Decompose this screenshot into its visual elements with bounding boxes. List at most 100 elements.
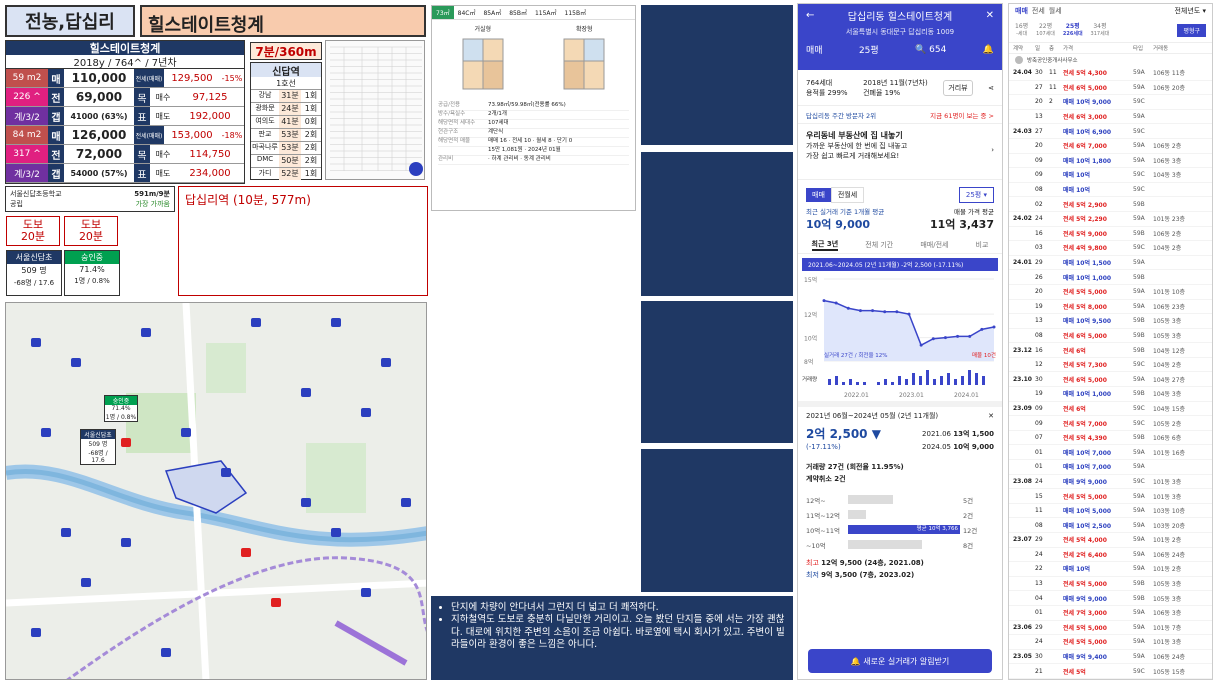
map-pin-icon[interactable] (401, 498, 411, 507)
map-pin-icon[interactable] (241, 548, 251, 557)
map-pin-icon[interactable] (271, 598, 281, 607)
trade-type-tab[interactable]: 매매 (1015, 6, 1028, 16)
table-row[interactable]: 19 전세 5억 8,000 59A 106동 23층 (1009, 300, 1212, 315)
floorplan-tab[interactable]: 85A㎡ (479, 6, 505, 19)
table-row[interactable]: 27 11 전세 6억 5,000 59A 106동 20층 (1009, 81, 1212, 96)
map-pin-icon[interactable] (361, 588, 371, 597)
table-row[interactable]: 16 전세 5억 9,000 59B 106동 2층 (1009, 227, 1212, 242)
tab-rent[interactable]: 전월세 (830, 187, 865, 203)
close-icon[interactable]: ✕ (986, 10, 994, 21)
price-chart[interactable]: 15억 12억 10억 8억 실거래 27건 / 회전율 12% 매물 10건 거래량 202… (802, 271, 998, 401)
floorplan-2[interactable]: 확장형 (549, 24, 619, 98)
trade-column-header[interactable]: 계약 (1013, 44, 1035, 52)
trade-size-tab[interactable]: 16평 -세대 (1015, 23, 1028, 36)
trade-column-header[interactable]: 일 (1035, 44, 1049, 52)
table-row[interactable]: 23.08 24 매매 9억 9,000 59C 101동 3층 (1009, 475, 1212, 490)
floorplan-tab[interactable]: 115B㎡ (561, 6, 591, 19)
table-row[interactable]: 13 전세 6억 3,000 59A (1009, 110, 1212, 125)
table-row[interactable]: 20 2 매매 10억 9,000 59C (1009, 95, 1212, 110)
table-row[interactable]: 12 전세 5억 7,300 59C 104동 2층 (1009, 358, 1212, 373)
table-row[interactable]: 24.02 24 전세 5억 2,290 59A 101동 23층 (1009, 212, 1212, 227)
map-pin-icon[interactable] (81, 578, 91, 587)
map-pin-icon[interactable] (381, 358, 391, 367)
table-row[interactable]: 03 전세 4억 9,800 59C 104동 2층 (1009, 241, 1212, 256)
period-tab[interactable]: 전체 기간 (865, 240, 893, 250)
map-pin-icon[interactable] (181, 428, 191, 437)
table-row[interactable]: 24.03 27 매매 10억 6,900 59C (1009, 124, 1212, 139)
table-row[interactable]: 19 매매 10억 1,000 59B 104동 3층 (1009, 387, 1212, 402)
trade-size-tab[interactable]: 34평 317세대 (1091, 23, 1110, 36)
table-row[interactable]: 20 전세 6억 7,000 59A 106동 2층 (1009, 139, 1212, 154)
trade-column-header[interactable]: 거래동 (1153, 44, 1193, 52)
table-row[interactable]: 24 전세 2억 6,400 59A 106동 24층 (1009, 548, 1212, 563)
table-row[interactable]: 24 전세 5억 5,000 59A 101동 3층 (1009, 635, 1212, 650)
school-link[interactable]: 가장 가까움 (136, 199, 170, 209)
size-button[interactable]: 평형구 (1177, 23, 1206, 37)
map-pin-icon[interactable] (61, 528, 71, 537)
trade-column-header[interactable]: 가격 (1063, 44, 1133, 52)
trade-size-tab[interactable]: 25평 226세대 (1063, 23, 1083, 36)
bell-icon[interactable]: 🔔 (983, 45, 994, 55)
trade-type-tab[interactable]: 전세 (1032, 6, 1045, 16)
trade-type-tab[interactable]: 월세 (1049, 6, 1062, 16)
promo-card[interactable]: 우리동네 부동산에 집 내놓기 가까운 부동산에 한 번에 집 내놓고 가장 쉽… (798, 124, 1002, 180)
floorplan-1[interactable]: 거실형 (448, 24, 518, 98)
period-select[interactable]: 전체년도 ▾ (1174, 6, 1206, 16)
floorplan-tab[interactable]: 84C㎡ (454, 6, 480, 19)
table-row[interactable]: 23.10 30 전세 6억 5,000 59A 104동 27층 (1009, 372, 1212, 388)
map-pin-icon[interactable] (221, 468, 231, 477)
floorplan-tab[interactable]: 85B㎡ (505, 6, 531, 19)
phone-size-select[interactable]: 25평 (859, 43, 879, 56)
table-row[interactable]: 04 매매 9억 9,000 59B 105동 3층 (1009, 591, 1212, 606)
table-row[interactable]: 01 전세 7억 3,000 59A 106동 3층 (1009, 606, 1212, 621)
map-pin-icon[interactable] (301, 498, 311, 507)
table-row[interactable]: 11 매매 10억 5,000 59A 103동 10층 (1009, 504, 1212, 519)
map-pin-icon[interactable] (301, 388, 311, 397)
period-tab[interactable]: 최근 3년 (811, 239, 839, 251)
table-row[interactable]: 08 전세 6억 5,000 59B 105동 3층 (1009, 329, 1212, 344)
table-row[interactable]: 01 매매 10억 7,000 59A (1009, 460, 1212, 475)
map-pin-icon[interactable] (41, 428, 51, 437)
rank-live[interactable]: 지금 61명이 보는 중 > (930, 110, 994, 120)
floorplan-tab[interactable]: 73㎡ (432, 6, 454, 19)
back-icon[interactable]: ← (806, 10, 814, 21)
table-row[interactable]: 07 전세 5억 4,390 59B 106동 6층 (1009, 431, 1212, 446)
table-row[interactable]: 24.04 30 11 전세 5억 4,300 59A 106동 11층 (1009, 66, 1212, 81)
table-row[interactable]: 23.09 09 전세 6억 59C 104동 15층 (1009, 402, 1212, 417)
map-pin-icon[interactable] (331, 528, 341, 537)
table-row[interactable]: 23.12 16 전세 6억 59B 104동 12층 (1009, 343, 1212, 358)
table-row[interactable]: 13 매매 10억 9,500 59B 105동 3층 (1009, 314, 1212, 329)
table-row[interactable]: 09 매매 10억 59C 104동 3층 (1009, 168, 1212, 183)
map-pin-icon[interactable] (161, 648, 171, 657)
table-row[interactable]: 23.06 29 전세 5억 5,000 59A 101동 7층 (1009, 621, 1212, 636)
map-pin-icon[interactable] (31, 338, 41, 347)
table-row[interactable]: 15 전세 5억 5,000 59A 101동 3층 (1009, 489, 1212, 504)
streetview-button[interactable]: 거리뷰 (943, 79, 973, 96)
table-row[interactable]: 21 전세 5억 59C 105동 15층 (1009, 664, 1212, 679)
table-row[interactable]: 26 매매 10억 1,000 59B (1009, 270, 1212, 285)
size-dropdown[interactable]: 25평 ▾ (958, 187, 994, 203)
table-row[interactable]: 23.05 30 매매 9억 9,400 59A 106동 24층 (1009, 650, 1212, 665)
table-row[interactable]: 13 전세 5억 5,000 59B 105동 3층 (1009, 577, 1212, 592)
table-row[interactable]: 01 매매 10억 7,000 59A 101동 16층 (1009, 445, 1212, 461)
map-view[interactable]: 숭인중 71.4% 1명 / 0.8% 서울신답초 509 명 -68명 / 1… (5, 302, 427, 680)
phone-tab-select[interactable]: 매매 (806, 43, 823, 56)
map-pin-icon[interactable] (31, 628, 41, 637)
trade-column-header[interactable]: 층 (1049, 44, 1063, 52)
map-pin-icon[interactable] (331, 318, 341, 327)
period-tab[interactable]: 비교 (976, 240, 989, 250)
table-row[interactable]: 09 전세 5억 7,000 59C 105동 2층 (1009, 416, 1212, 431)
period-tab[interactable]: 매매/전세 (920, 240, 948, 250)
map-pin-icon[interactable] (121, 438, 131, 447)
trade-column-header[interactable]: 타입 (1133, 44, 1153, 52)
map-pin-icon[interactable] (361, 408, 371, 417)
table-row[interactable]: 24.01 29 매매 10억 1,500 59A (1009, 256, 1212, 271)
table-row[interactable]: 22 매매 10억 59A 101동 2층 (1009, 562, 1212, 577)
table-row[interactable]: 02 전세 5억 2,900 59B (1009, 197, 1212, 212)
floorplan-tab[interactable]: 115A㎡ (531, 6, 561, 19)
alert-button[interactable]: 🔔 새로운 실거래가 알림받기 (808, 649, 992, 673)
table-row[interactable]: 08 매매 10억 59C (1009, 183, 1212, 198)
map-pin-icon[interactable] (71, 358, 81, 367)
table-row[interactable]: 08 매매 10억 2,500 59A 103동 20층 (1009, 518, 1212, 533)
trade-size-tab[interactable]: 22평 107세대 (1036, 23, 1055, 36)
